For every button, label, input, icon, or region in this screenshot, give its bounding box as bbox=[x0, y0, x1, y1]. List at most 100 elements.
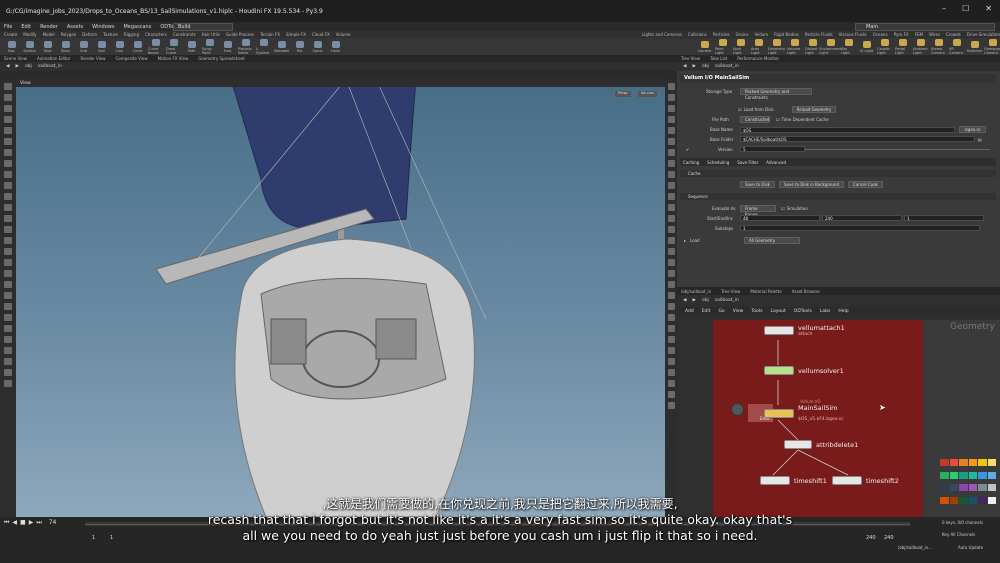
shelf-tool[interactable]: Spray Paint bbox=[202, 38, 217, 55]
shelf-tab[interactable]: Volume bbox=[336, 32, 351, 37]
tool-icon[interactable] bbox=[4, 94, 12, 101]
display-option-icon[interactable] bbox=[667, 402, 675, 409]
extension-select[interactable]: .bgeo.sc bbox=[959, 126, 986, 133]
node-timeshift2[interactable]: timeshift2 bbox=[832, 476, 899, 485]
display-option-icon[interactable] bbox=[667, 259, 675, 266]
shelf-tool[interactable]: Sky Light bbox=[841, 38, 856, 55]
display-option-icon[interactable] bbox=[667, 248, 675, 255]
path-obj[interactable]: obj bbox=[702, 298, 709, 303]
shelf-tool[interactable]: Curve Bezier bbox=[148, 38, 163, 55]
tool-icon[interactable] bbox=[4, 303, 12, 310]
cache-section[interactable]: Cache bbox=[680, 170, 996, 177]
display-option-icon[interactable] bbox=[667, 193, 675, 200]
menu-item-2[interactable]: Render bbox=[40, 24, 58, 30]
shelf-tab[interactable]: Grains bbox=[736, 32, 749, 37]
back-icon[interactable]: ◀ bbox=[683, 298, 686, 303]
network-tab[interactable]: Tree View bbox=[721, 289, 740, 294]
shelf-tab[interactable]: Constraints bbox=[173, 32, 196, 37]
color-swatch[interactable] bbox=[959, 484, 968, 491]
maximize-icon[interactable]: ☐ bbox=[962, 4, 969, 13]
menu-item-1[interactable]: Edit bbox=[21, 24, 31, 30]
shelf-tab[interactable]: Vellum bbox=[755, 32, 769, 37]
node-attribdelete1[interactable]: attribdelete1 bbox=[784, 440, 858, 449]
shelf-tool[interactable]: GI Light bbox=[859, 40, 874, 53]
shelf-tool[interactable]: Path bbox=[184, 40, 199, 53]
network-menu-item[interactable]: Edit bbox=[702, 309, 711, 314]
checkbox-icon[interactable]: ☑ bbox=[781, 206, 785, 211]
display-option-icon[interactable] bbox=[667, 292, 675, 299]
color-swatch[interactable] bbox=[940, 471, 949, 479]
shelf-tool[interactable]: Caustic Light bbox=[877, 38, 892, 55]
back-icon[interactable]: ◀ bbox=[683, 64, 686, 69]
checkbox-icon[interactable]: ☑ bbox=[776, 117, 780, 122]
shelf-tool[interactable]: Sphere bbox=[22, 40, 37, 53]
shelf-tab[interactable]: Simple FX bbox=[286, 32, 306, 37]
shelf-tab[interactable]: Modify bbox=[23, 32, 36, 37]
shelf-tool[interactable]: Gamepad Camera bbox=[984, 38, 1000, 55]
shelf-tab[interactable]: Hair Utils bbox=[202, 32, 220, 37]
display-option-icon[interactable] bbox=[667, 204, 675, 211]
desktop-selector-right[interactable]: Main bbox=[855, 23, 995, 31]
shelf-tool[interactable]: Box bbox=[4, 40, 19, 53]
shelf-tab[interactable]: Polygon bbox=[61, 32, 77, 37]
shelf-tool[interactable]: VR Camera bbox=[949, 38, 964, 55]
cancel-cook-button[interactable]: Cancel Cook bbox=[848, 181, 883, 188]
substeps-field[interactable]: 1 bbox=[740, 225, 980, 231]
shelf-tab[interactable]: FEM bbox=[915, 32, 923, 37]
param-tab[interactable]: Scheduling bbox=[707, 160, 729, 165]
node-timeshift1[interactable]: timeshift1 bbox=[760, 476, 827, 485]
shelf-tool[interactable]: Volume Light bbox=[787, 38, 802, 55]
shelf-tool[interactable]: Null bbox=[94, 40, 109, 53]
path-node[interactable]: sailboat_in bbox=[715, 298, 739, 303]
forward-icon[interactable]: ▶ bbox=[15, 64, 18, 69]
shelf-tool[interactable]: Spot Light bbox=[733, 38, 748, 55]
color-swatch[interactable] bbox=[968, 471, 977, 479]
display-option-icon[interactable] bbox=[667, 358, 675, 365]
view-tab[interactable]: Motion FX View bbox=[158, 56, 189, 61]
shelf-tab[interactable]: Characters bbox=[145, 32, 167, 37]
display-option-icon[interactable] bbox=[667, 160, 675, 167]
tool-icon[interactable] bbox=[4, 380, 12, 387]
network-tab[interactable]: Material Palette bbox=[750, 289, 781, 294]
shelf-tool[interactable]: Spiral bbox=[310, 40, 325, 53]
shelf-tool[interactable]: Stereo Camera bbox=[931, 38, 946, 55]
shelf-tool[interactable]: Platonic Solids bbox=[238, 38, 253, 55]
tool-icon[interactable] bbox=[4, 160, 12, 167]
shelf-tool[interactable]: Switcher bbox=[967, 40, 982, 53]
forward-icon[interactable]: ▶ bbox=[692, 298, 695, 303]
folder-icon[interactable]: ▤ bbox=[978, 137, 982, 142]
param-tab[interactable]: Caching bbox=[683, 160, 699, 165]
evaluate-as-select[interactable]: Frame Range bbox=[740, 205, 776, 217]
tool-icon[interactable] bbox=[4, 259, 12, 266]
desktop-selector-left[interactable]: Build bbox=[173, 23, 233, 31]
shelf-tool[interactable]: Font bbox=[220, 40, 235, 53]
right-tab[interactable]: Take List bbox=[710, 56, 727, 61]
tool-icon[interactable] bbox=[4, 149, 12, 156]
network-menu-item[interactable]: Help bbox=[838, 309, 848, 314]
version-field[interactable]: 5 bbox=[740, 146, 805, 152]
shelf-tab[interactable]: Rigid Bodies bbox=[774, 32, 799, 37]
tool-icon[interactable] bbox=[4, 127, 12, 134]
sequence-section[interactable]: Sequence bbox=[680, 193, 996, 200]
tool-icon[interactable] bbox=[4, 325, 12, 332]
display-option-icon[interactable] bbox=[667, 171, 675, 178]
shelf-tab[interactable]: Particles bbox=[713, 32, 730, 37]
shelf-tab[interactable]: Wires bbox=[929, 32, 940, 37]
close-icon[interactable]: ✕ bbox=[985, 4, 992, 13]
auto-update-button[interactable]: Auto Update bbox=[958, 545, 983, 550]
tool-icon[interactable] bbox=[4, 215, 12, 222]
tool-icon[interactable] bbox=[4, 193, 12, 200]
shelf-tool[interactable]: Grid bbox=[76, 40, 91, 53]
version-slider[interactable] bbox=[805, 148, 990, 150]
shelf-tab[interactable]: Cloud FX bbox=[312, 32, 330, 37]
shelf-tool[interactable]: L-System bbox=[256, 38, 271, 55]
node-mainsailsim[interactable]: MainSailSim $OS_v5.$F4.bgeo.sc bbox=[764, 404, 844, 422]
color-swatch[interactable] bbox=[968, 459, 977, 466]
view-tab[interactable]: Animation Editor bbox=[37, 56, 71, 61]
shelf-tool[interactable]: File bbox=[292, 40, 307, 53]
network-menu-item[interactable]: Go bbox=[718, 309, 724, 314]
tool-icon[interactable] bbox=[4, 83, 12, 90]
display-option-icon[interactable] bbox=[667, 281, 675, 288]
menu-item-5[interactable]: Megascans bbox=[123, 24, 151, 30]
tool-icon[interactable] bbox=[4, 347, 12, 354]
